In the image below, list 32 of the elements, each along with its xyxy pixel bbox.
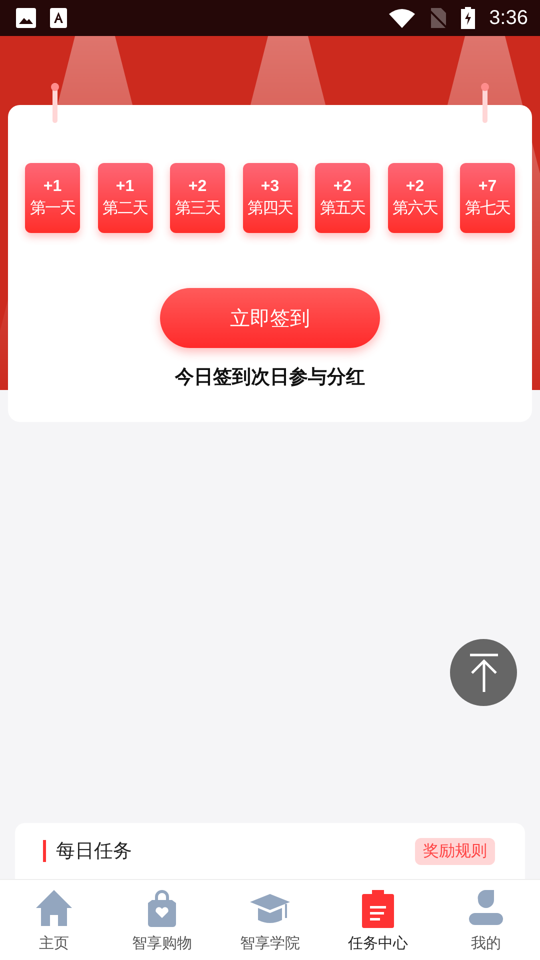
tab[interactable]: 智享学院 <box>216 880 324 960</box>
status-time: 3:36 <box>489 6 528 30</box>
day-points: +7 <box>478 178 497 196</box>
wifi-icon <box>389 8 416 28</box>
day-label: 第五天 <box>320 198 365 218</box>
day-label: 第一天 <box>30 198 75 218</box>
day-points: +2 <box>333 178 352 196</box>
day-label: 第三天 <box>175 198 220 218</box>
tab[interactable]: 我的 <box>432 880 540 960</box>
day-label: 第四天 <box>248 198 292 218</box>
day-points: +3 <box>260 178 280 196</box>
day-points: +1 <box>116 178 134 196</box>
section-title: 每日任务 <box>56 839 132 864</box>
user-icon <box>466 888 506 928</box>
pin-icon <box>481 83 489 123</box>
tab[interactable]: 任务中心 <box>324 880 432 960</box>
day-label: 第二天 <box>102 198 148 218</box>
font-icon <box>50 8 67 28</box>
battery-icon <box>461 7 476 29</box>
arrow-up-icon <box>468 652 498 692</box>
day-label: 第六天 <box>392 198 438 218</box>
tab[interactable]: 主页 <box>0 880 108 960</box>
day-points: +2 <box>188 178 207 196</box>
image-icon <box>16 8 36 28</box>
day-points: +1 <box>43 178 62 196</box>
sign-in-caption: 今日签到次日参与分红 <box>175 365 365 390</box>
home-icon <box>34 888 74 928</box>
no-sim-icon <box>429 8 448 28</box>
day-label: 第七天 <box>465 198 510 218</box>
day-points: +2 <box>406 178 424 196</box>
pin-icon <box>51 83 59 123</box>
tab[interactable]: 智享购物 <box>108 880 216 960</box>
